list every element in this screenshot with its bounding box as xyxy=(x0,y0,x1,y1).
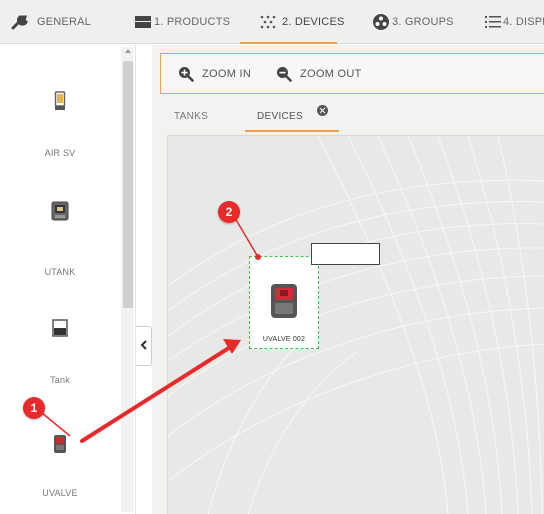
chevron-left-icon xyxy=(140,337,148,355)
tank-icon xyxy=(52,319,68,342)
subtab-active-indicator xyxy=(245,130,339,132)
annotation-badge: 1 xyxy=(23,397,45,419)
uvalve-icon xyxy=(53,433,67,460)
list-icon xyxy=(485,15,501,29)
device-node-uvalve[interactable]: UVALVE 002 xyxy=(249,256,319,349)
palette-item-tank[interactable]: Tank xyxy=(0,307,120,385)
designer-workspace: ZOOM IN ZOOM OUT TANKS DEVICES xyxy=(152,45,544,514)
scroll-up-arrow-icon[interactable] xyxy=(125,49,131,53)
device-name-input[interactable] xyxy=(311,243,380,265)
close-icon[interactable] xyxy=(317,105,328,116)
device-palette: AIR SV UTANK Tank UVALVE xyxy=(0,45,136,514)
palette-item-label: AIR SV xyxy=(44,148,76,158)
palette-item-label: UTANK xyxy=(44,267,76,277)
tab-general[interactable]: GENERAL xyxy=(11,0,91,44)
tab-groups[interactable]: 3. GROUPS xyxy=(372,0,454,44)
zoom-in-icon xyxy=(178,66,194,82)
zoom-in-button[interactable]: ZOOM IN xyxy=(178,65,251,83)
palette-item-air-sv[interactable]: AIR SV xyxy=(0,87,120,165)
zoom-out-button[interactable]: ZOOM OUT xyxy=(276,65,362,83)
device-node-label: UVALVE 002 xyxy=(262,336,306,343)
tab-dispensers[interactable]: 4. DISPE xyxy=(485,0,544,44)
palette-item-utank[interactable]: UTANK xyxy=(0,197,120,277)
air-sv-icon xyxy=(54,91,66,116)
tab-label: GENERAL xyxy=(37,16,91,28)
zoom-out-icon xyxy=(276,66,292,82)
zoom-toolbar: ZOOM IN ZOOM OUT xyxy=(160,53,544,94)
dots-grid-icon xyxy=(260,15,276,29)
palette-item-label: Tank xyxy=(50,375,70,385)
design-canvas[interactable] xyxy=(167,135,544,514)
subtab-devices[interactable]: DEVICES xyxy=(257,111,303,122)
palette-item-label: UVALVE xyxy=(42,488,78,498)
annotation-badge: 2 xyxy=(218,201,240,223)
wrench-icon xyxy=(11,14,31,30)
box-icon xyxy=(134,15,152,29)
palette-scrollbar[interactable] xyxy=(121,47,134,512)
uvalve-icon xyxy=(269,281,299,326)
tab-devices[interactable]: 2. DEVICES xyxy=(240,0,344,44)
zoom-out-label: ZOOM OUT xyxy=(300,68,362,80)
collapse-palette-button[interactable] xyxy=(136,326,152,366)
top-tab-bar: GENERAL 1. PRODUCTS 2. DEVICES 3. GROUPS… xyxy=(0,0,544,44)
canvas-background-pattern xyxy=(168,136,544,514)
palette-item-uvalve[interactable]: UVALVE xyxy=(0,421,120,499)
tab-label: 4. DISPE xyxy=(503,16,544,28)
tab-label: 3. GROUPS xyxy=(392,16,454,28)
groups-icon xyxy=(372,13,390,31)
subtab-tanks[interactable]: TANKS xyxy=(174,111,208,122)
scroll-thumb[interactable] xyxy=(123,61,133,308)
tab-products[interactable]: 1. PRODUCTS xyxy=(134,0,230,44)
utank-icon xyxy=(51,201,69,226)
tab-label: 1. PRODUCTS xyxy=(154,16,231,28)
tab-label: 2. DEVICES xyxy=(282,16,345,28)
zoom-in-label: ZOOM IN xyxy=(202,68,252,80)
